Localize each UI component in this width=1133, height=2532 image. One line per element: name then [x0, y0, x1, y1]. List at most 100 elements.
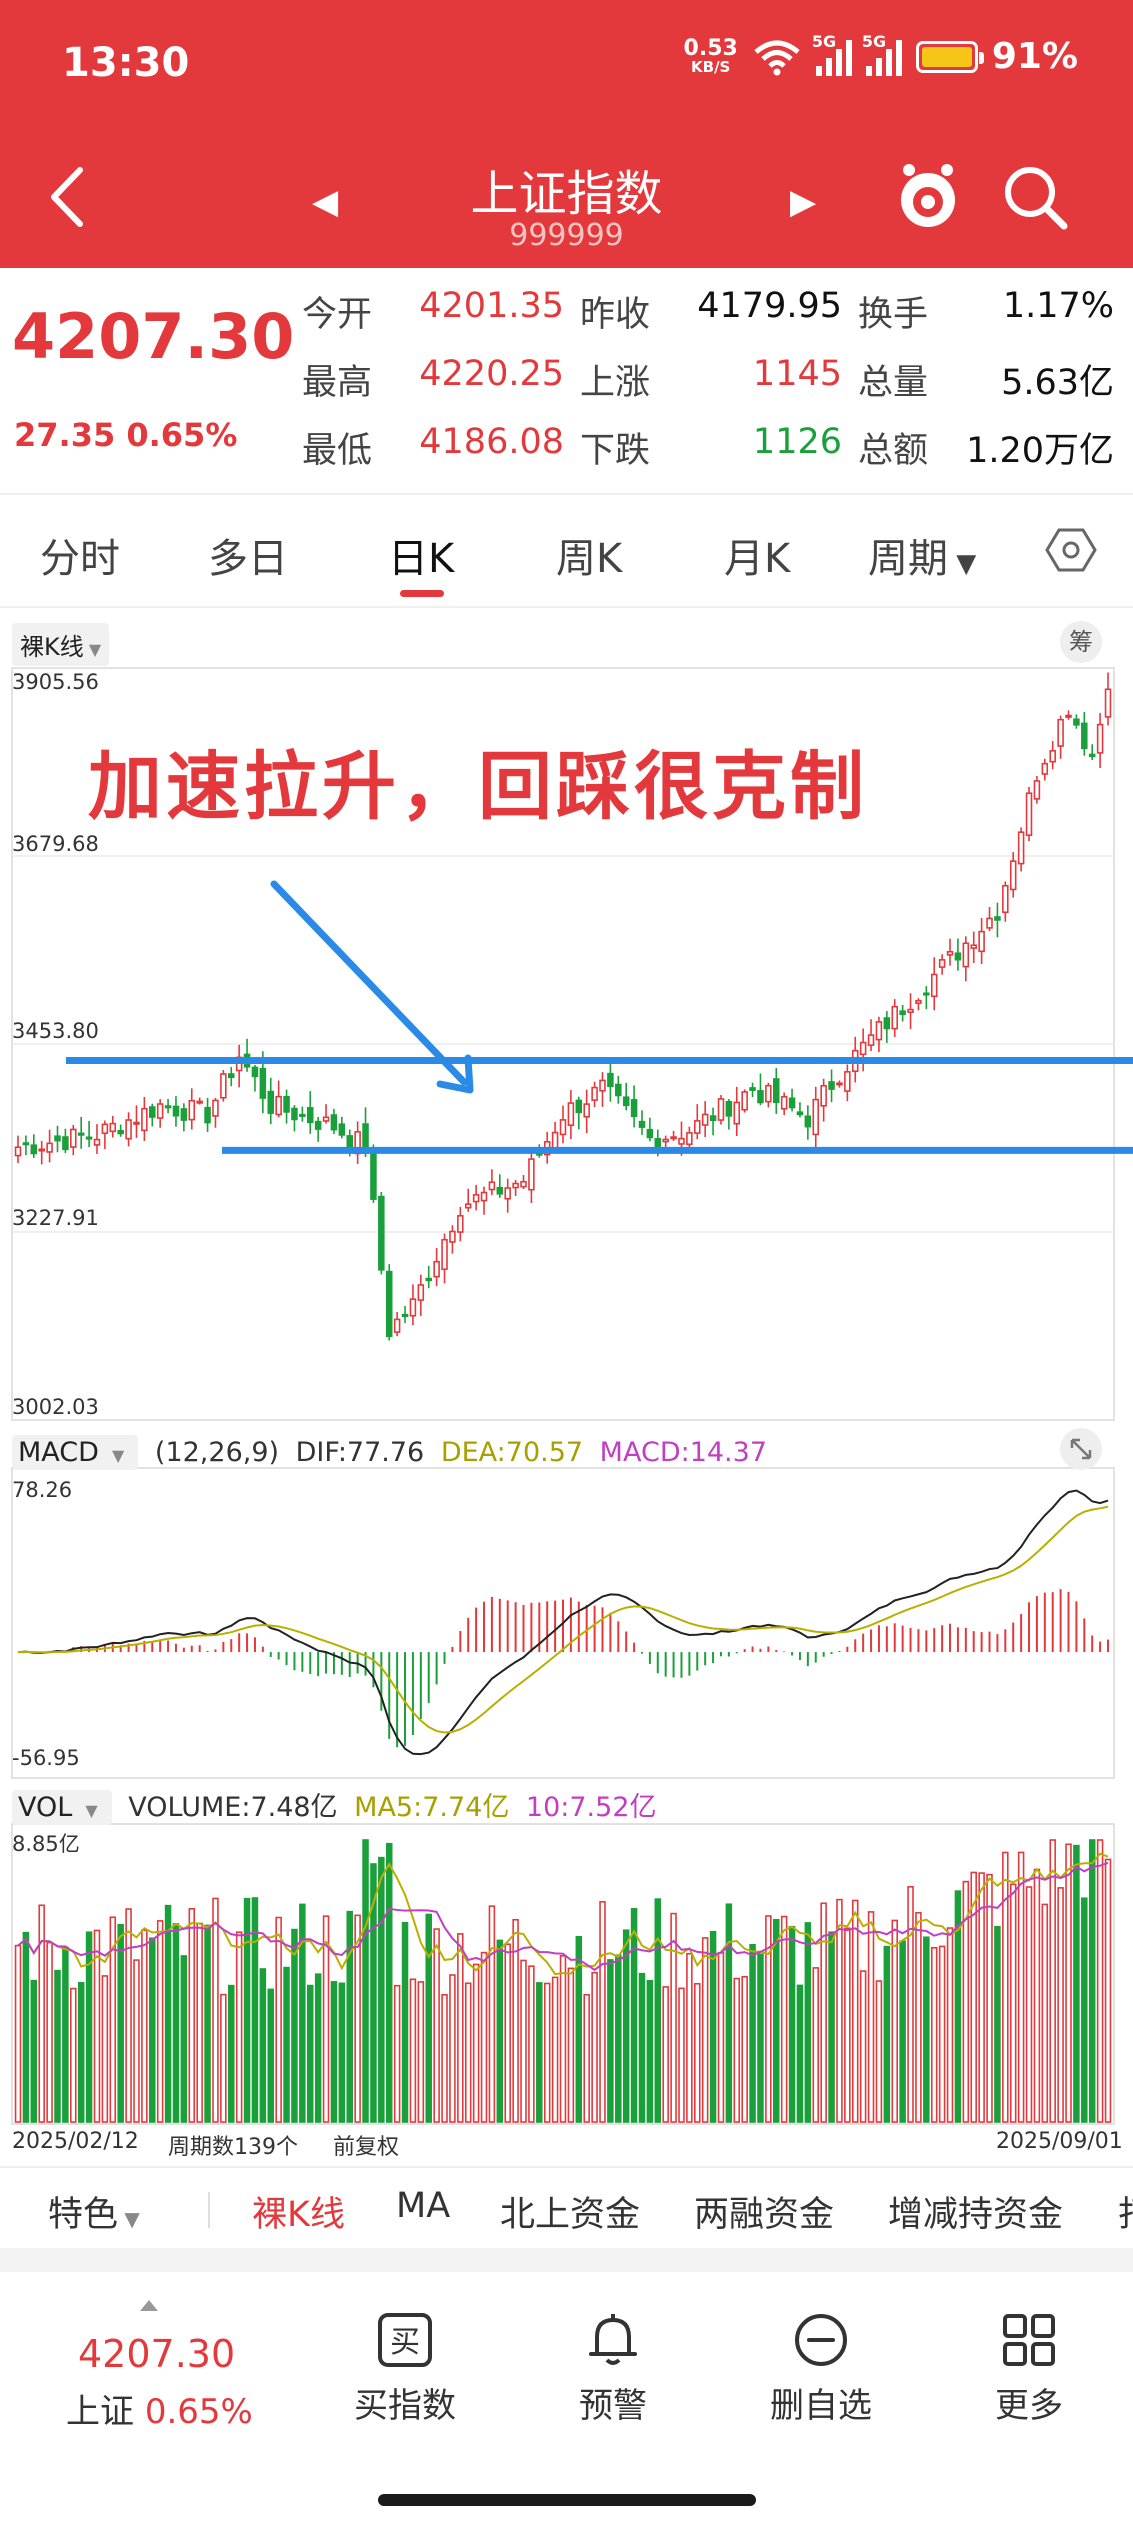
candle-body [1002, 884, 1009, 914]
volume-bar [844, 1927, 851, 2123]
volume-bar [220, 1993, 227, 2123]
candle-body [338, 1123, 346, 1136]
subtab-northbound[interactable]: 北上资金 [500, 2186, 640, 2237]
kline-type-selector[interactable]: 裸K线 ▼ [12, 623, 110, 666]
candle-body [54, 1135, 61, 1142]
expand-icon[interactable] [1060, 1428, 1102, 1470]
network-speed: 0.53 KB/S [683, 36, 738, 76]
volume-bar [670, 1912, 677, 2123]
candle-body [962, 942, 970, 968]
macd-top-tick: 78.26 [12, 1478, 73, 1502]
caret-down-icon: ▼ [80, 1801, 98, 1820]
subtab-ma[interactable]: MA [396, 2186, 450, 2226]
caret-down-icon: ▼ [83, 640, 102, 659]
candle-body [409, 1298, 417, 1317]
volume-bar [1009, 1883, 1017, 2123]
volume-bar [243, 1897, 251, 2123]
volume-bar [757, 1953, 764, 2123]
home-indicator[interactable] [378, 2494, 756, 2506]
settings-hexagon-icon[interactable] [1045, 524, 1097, 576]
subtab-naked-k[interactable]: 裸K线 [252, 2186, 345, 2237]
volume-bar [725, 1903, 733, 2123]
candle-body [883, 1017, 891, 1030]
volume-bar [946, 1927, 954, 2123]
bottom-price[interactable]: 4207.30 [78, 2332, 235, 2376]
candle-body [109, 1122, 117, 1133]
volume-bar [441, 1994, 448, 2123]
tab-daily-k[interactable]: 日K [388, 526, 454, 584]
volume-bar [867, 1911, 875, 2123]
volume-bar [583, 1993, 590, 2123]
candle-body [788, 1097, 796, 1109]
subtab-special[interactable]: 特色 ▼ [48, 2186, 140, 2237]
candle-body [1073, 718, 1080, 726]
candle-body [1049, 750, 1056, 763]
volume-bar [133, 1959, 140, 2123]
volume-bar [607, 1959, 614, 2123]
volume-bar [275, 1916, 282, 2123]
volume-bar [741, 1975, 748, 2123]
search-icon[interactable] [1000, 162, 1070, 232]
candle-body [22, 1142, 30, 1146]
vol-selector[interactable]: VOL ▼ [12, 1790, 112, 1825]
candle-body [1088, 753, 1096, 758]
subtab-more[interactable]: 打 [1118, 2186, 1133, 2237]
candle-body [1081, 722, 1088, 750]
candle-body [330, 1114, 338, 1131]
candle-body [385, 1270, 393, 1338]
volume-bar [836, 1898, 843, 2123]
volume-bar [314, 1973, 322, 2123]
quote-value: 1145 [752, 354, 842, 394]
next-stock-icon[interactable]: ▶ [790, 182, 816, 222]
candle-body [867, 1034, 875, 1046]
candle-body [583, 1103, 590, 1118]
buy-index-button[interactable]: 买 买指数 [335, 2312, 475, 2427]
volume-bar [141, 1929, 148, 2123]
candle-body [346, 1135, 353, 1148]
candle-body [512, 1182, 519, 1189]
caret-up-icon[interactable] [140, 2300, 158, 2311]
tab-multi-day[interactable]: 多日 [208, 526, 288, 584]
volume-bar [235, 1931, 243, 2123]
tab-intraday[interactable]: 分时 [40, 526, 120, 584]
volume-bar [891, 1919, 898, 2123]
mascot-icon[interactable] [895, 160, 961, 232]
chip-distribution-button[interactable]: 筹 [1060, 621, 1102, 663]
candle-body [441, 1238, 448, 1270]
candle-body [923, 992, 930, 996]
candle-body [30, 1144, 38, 1155]
candle-body [820, 1084, 827, 1107]
quote-value: 4201.35 [419, 286, 564, 326]
volume-bar [338, 1982, 346, 2123]
caret-down-icon: ▼ [118, 2207, 140, 2231]
remove-watchlist-button[interactable]: 删自选 [751, 2312, 891, 2427]
tab-monthly-k[interactable]: 月K [724, 526, 790, 584]
more-button[interactable]: 更多 [959, 2312, 1099, 2427]
candle-body [496, 1186, 504, 1195]
price-tick-1: 3679.68 [12, 832, 99, 856]
alert-button[interactable]: 预警 [543, 2312, 683, 2427]
candle-body [986, 917, 993, 929]
candle-body [228, 1073, 235, 1079]
volume-bar [859, 1970, 867, 2123]
candle-body [204, 1106, 211, 1124]
tab-weekly-k[interactable]: 周K [556, 526, 622, 584]
volume-bar [409, 1978, 417, 2123]
volume-bar [828, 1931, 835, 2123]
end-date: 2025/09/01 [996, 2129, 1123, 2154]
volume-bar [346, 1910, 353, 2123]
tab-period[interactable]: 周期 ▼ [868, 526, 976, 584]
stock-chart[interactable] [0, 612, 1133, 2166]
quote-panel: 4207.30 27.35 0.65% 今开 4201.35 昨收 4179.95 换手… [0, 268, 1133, 495]
candle-body [70, 1128, 77, 1148]
price-change: 27.35 0.65% [14, 416, 238, 454]
candle-body [804, 1115, 812, 1128]
subtab-holdings[interactable]: 增减持资金 [888, 2186, 1063, 2237]
candle-body [85, 1136, 93, 1140]
volume-bar [267, 1988, 275, 2123]
volume-legend: VOL ▼ VOLUME:7.48亿 MA5:7.74亿 10:7.52亿 [12, 1785, 665, 1825]
candle-body [859, 1041, 867, 1056]
volume-bar [796, 1984, 804, 2123]
subtab-margin[interactable]: 两融资金 [694, 2186, 834, 2237]
macd-selector[interactable]: MACD ▼ [12, 1435, 139, 1470]
